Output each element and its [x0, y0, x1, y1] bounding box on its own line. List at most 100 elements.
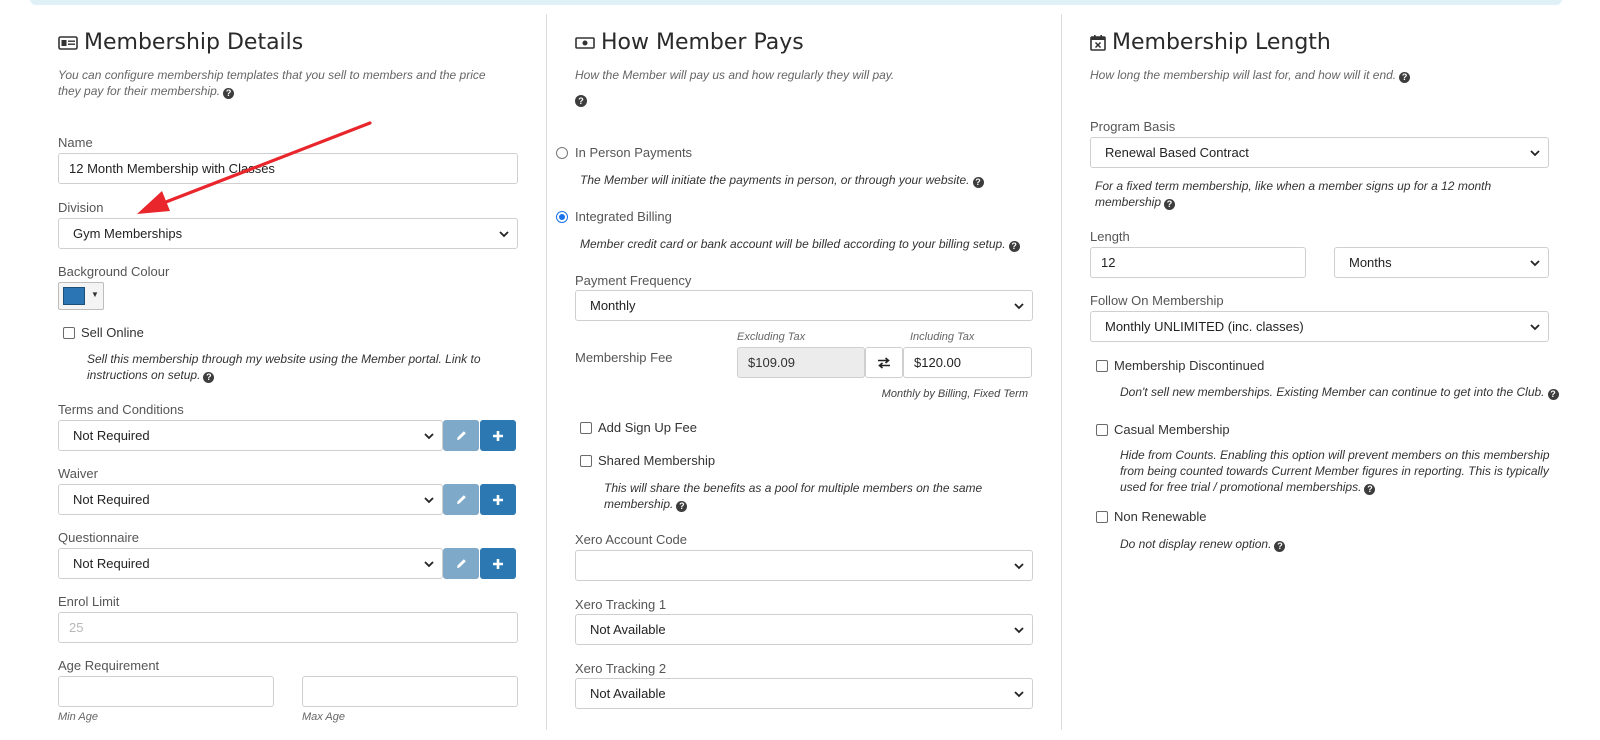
integrated-billing-label: Integrated Billing — [575, 209, 672, 224]
xero-account-code-label: Xero Account Code — [575, 532, 688, 547]
waiver-select[interactable]: Not Required — [58, 484, 443, 515]
chevron-down-icon — [424, 433, 434, 440]
add-terms-button[interactable] — [480, 420, 516, 451]
membership-fee-label: Membership Fee — [575, 350, 673, 365]
casual-membership-checkbox[interactable] — [1096, 424, 1108, 436]
non-renewable-label: Non Renewable — [1114, 509, 1207, 524]
column-divider — [546, 14, 547, 730]
membership-details-description: You can configure membership templates t… — [58, 68, 486, 99]
help-icon[interactable]: ? — [1547, 389, 1559, 400]
exchange-icon — [878, 356, 890, 369]
background-colour-picker[interactable]: ▼ — [58, 282, 104, 310]
help-icon[interactable]: ? — [972, 177, 984, 188]
sell-online-checkbox[interactable] — [63, 327, 75, 339]
including-tax-label: Including Tax — [910, 331, 975, 343]
in-person-payments-label: In Person Payments — [575, 145, 693, 160]
money-bill-icon — [575, 36, 595, 49]
id-card-icon — [58, 35, 78, 50]
help-icon[interactable]: ? — [676, 501, 688, 512]
age-requirement-label: Age Requirement — [58, 658, 160, 673]
chevron-down-icon — [424, 561, 434, 568]
division-select[interactable]: Gym Memberships — [58, 218, 518, 249]
pencil-icon — [456, 559, 466, 568]
xero-tracking-2-select[interactable]: Not Available — [575, 678, 1033, 709]
non-renewable-hint: Do not display renew option.? — [1120, 536, 1540, 552]
chevron-down-icon — [424, 497, 434, 504]
chevron-down-icon — [1014, 303, 1024, 310]
pencil-icon — [456, 495, 466, 504]
max-age-label: Max Age — [302, 711, 346, 723]
add-sign-up-fee-label: Add Sign Up Fee — [598, 420, 698, 435]
add-questionnaire-button[interactable] — [480, 548, 516, 579]
fee-note: Monthly by Billing, Fixed Term — [881, 388, 1028, 400]
questionnaire-select[interactable]: Not Required — [58, 548, 443, 579]
plus-icon — [493, 558, 503, 569]
chevron-down-icon — [499, 231, 509, 238]
non-renewable-checkbox[interactable] — [1096, 511, 1108, 523]
chevron-down-icon — [1530, 260, 1540, 267]
section-title: How Member Pays — [601, 30, 804, 55]
length-unit-select[interactable]: Months — [1334, 247, 1549, 278]
edit-terms-button[interactable] — [443, 420, 479, 451]
top-banner — [30, 0, 1562, 5]
add-sign-up-fee-checkbox[interactable] — [580, 422, 592, 434]
chevron-down-icon — [1014, 563, 1024, 570]
column-divider — [1061, 14, 1062, 730]
membership-discontinued-hint: Don't sell new memberships. Existing Mem… — [1120, 384, 1560, 400]
length-label: Length — [1090, 229, 1130, 244]
xero-account-code-select[interactable] — [575, 550, 1033, 581]
integrated-billing-radio[interactable] — [556, 211, 568, 223]
xero-tracking-1-select[interactable]: Not Available — [575, 614, 1033, 645]
max-age-input[interactable] — [302, 676, 518, 707]
payment-frequency-select[interactable]: Monthly — [575, 290, 1033, 321]
help-icon[interactable]: ? — [1364, 484, 1376, 495]
enrol-limit-label: Enrol Limit — [58, 594, 120, 609]
sell-online-label: Sell Online — [81, 325, 144, 340]
shared-membership-hint: This will share the benefits as a pool f… — [604, 481, 983, 512]
xero-tracking-1-label: Xero Tracking 1 — [575, 597, 667, 612]
pencil-icon — [456, 431, 466, 440]
chevron-down-icon — [1014, 691, 1024, 698]
terms-label: Terms and Conditions — [58, 402, 184, 417]
help-icon[interactable]: ? — [1399, 72, 1411, 83]
add-waiver-button[interactable] — [480, 484, 516, 515]
shared-membership-checkbox[interactable] — [580, 455, 592, 467]
min-age-input[interactable] — [58, 676, 274, 707]
fee-excluding-tax-input[interactable]: $109.09 — [737, 347, 865, 378]
enrol-limit-input[interactable]: 25 — [58, 612, 518, 643]
membership-length-description: How long the membership will last for, a… — [1090, 67, 1550, 83]
calendar-times-icon — [1090, 35, 1106, 51]
membership-discontinued-checkbox[interactable] — [1096, 360, 1108, 372]
fee-including-tax-input[interactable]: $120.00 — [903, 347, 1032, 378]
follow-on-membership-label: Follow On Membership — [1090, 293, 1224, 308]
in-person-payments-radio[interactable] — [556, 147, 568, 159]
casual-membership-hint: Hide from Counts. Enabling this option w… — [1120, 448, 1550, 495]
plus-icon — [493, 494, 503, 505]
background-colour-label: Background Colour — [58, 264, 170, 279]
membership-details-heading: Membership Details — [58, 30, 303, 55]
xero-tracking-2-label: Xero Tracking 2 — [575, 661, 667, 676]
dropdown-arrow-icon: ▼ — [91, 290, 99, 299]
help-icon[interactable]: ? — [203, 372, 215, 383]
swap-tax-button[interactable] — [865, 347, 903, 378]
length-input[interactable]: 12 — [1090, 247, 1306, 278]
edit-questionnaire-button[interactable] — [443, 548, 479, 579]
help-icon[interactable]: ? — [1274, 541, 1286, 552]
program-basis-select[interactable]: Renewal Based Contract — [1090, 137, 1549, 168]
section-title: Membership Length — [1112, 30, 1331, 55]
terms-select[interactable]: Not Required — [58, 420, 443, 451]
shared-membership-label: Shared Membership — [598, 453, 716, 468]
follow-on-membership-select[interactable]: Monthly UNLIMITED (inc. classes) — [1090, 311, 1549, 342]
program-basis-hint: For a fixed term membership, like when a… — [1095, 179, 1492, 210]
chevron-down-icon — [1530, 150, 1540, 157]
chevron-down-icon — [1014, 627, 1024, 634]
help-icon[interactable]: ? — [1164, 199, 1176, 210]
page-title: Membership Details — [84, 30, 304, 55]
help-icon[interactable]: ? — [575, 95, 587, 107]
help-icon[interactable]: ? — [223, 88, 235, 99]
in-person-hint: The Member will initiate the payments in… — [580, 172, 1020, 188]
how-member-pays-description: How the Member will pay us and how regul… — [575, 68, 895, 82]
division-label: Division — [58, 200, 104, 215]
help-icon[interactable]: ? — [1008, 241, 1020, 252]
edit-waiver-button[interactable] — [443, 484, 479, 515]
